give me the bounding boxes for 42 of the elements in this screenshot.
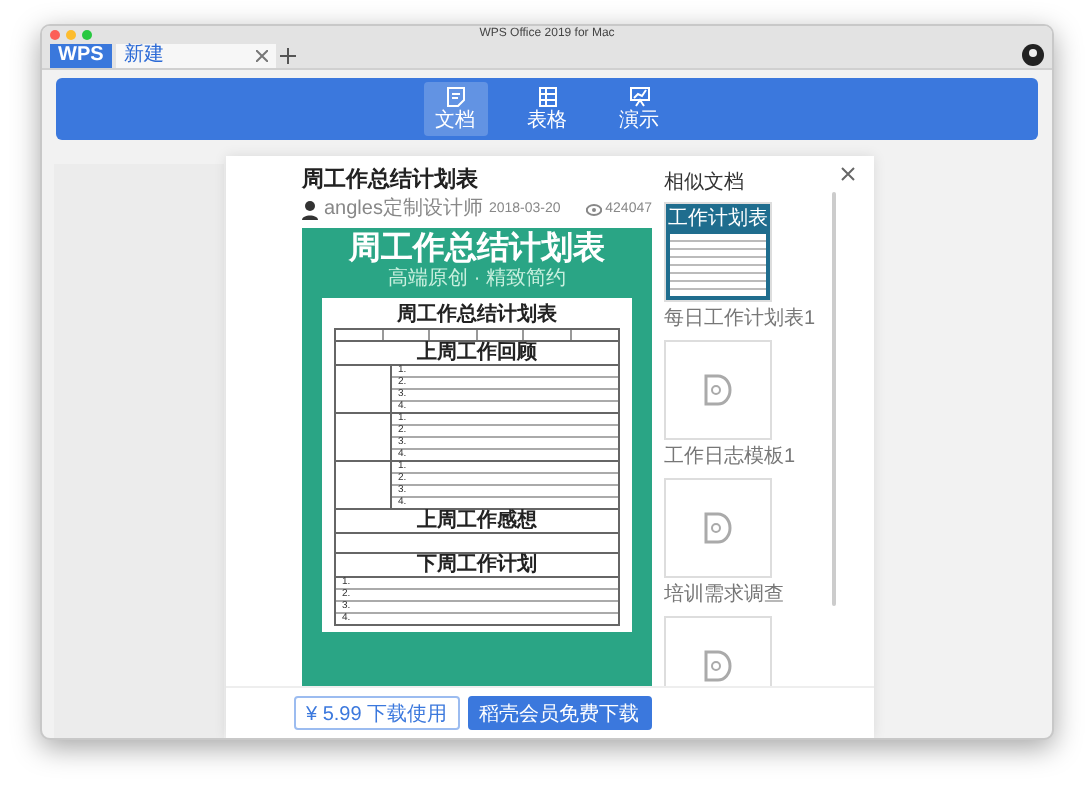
home-tab[interactable]: WPS (50, 44, 112, 68)
section-title: 上周工作感想 (334, 510, 620, 534)
thumbnail-title: 工作计划表 (668, 208, 768, 230)
section-title: 下周工作计划 (334, 554, 620, 578)
document-tab[interactable]: 新建 (115, 44, 276, 68)
document-placeholder-icon (704, 512, 732, 544)
thumbnail-caption: 培训需求调查 (664, 584, 786, 606)
scrollbar[interactable] (832, 192, 836, 606)
avatar-icon[interactable] (1022, 44, 1044, 66)
close-window-icon[interactable] (50, 30, 60, 40)
author-avatar-icon (302, 200, 318, 220)
document-thumbnail[interactable]: 工作计划表 (664, 202, 772, 302)
spreadsheet-icon (537, 86, 557, 108)
add-tab-icon[interactable] (279, 48, 296, 64)
app-tab[interactable]: 表格 (515, 82, 579, 136)
document-placeholder-icon (704, 374, 732, 406)
zoom-window-icon[interactable] (82, 30, 92, 40)
document-icon (445, 86, 465, 108)
dialog-title: 周工作总结计划表 (302, 168, 480, 194)
document-thumbnail[interactable] (664, 478, 772, 578)
close-icon[interactable] (255, 50, 268, 62)
member-download-button[interactable]: 稻壳会员免费下载 (467, 696, 652, 730)
preview-subtitle: 高端原创 · 精致简约 (388, 268, 566, 290)
thumbnail-caption: 工作日志模板1 (664, 446, 798, 468)
close-icon (838, 164, 858, 184)
author-name: angles定制设计师 (324, 198, 483, 222)
document-thumbnail[interactable] (664, 616, 772, 686)
preview-heading: 周工作总结计划表 (349, 232, 605, 267)
sheet-drawing (670, 234, 766, 296)
thumbnail-caption: 每日工作计划表1 (664, 308, 818, 330)
app-tab[interactable]: 演示 (607, 82, 671, 136)
app-tab[interactable]: 文档 (423, 82, 487, 136)
paid-download-button[interactable]: ¥ 5.99 下载使用 (294, 696, 460, 730)
document-thumbnail[interactable] (664, 340, 772, 440)
minimize-window-icon[interactable] (66, 30, 76, 40)
sheet-title: 周工作总结计划表 (395, 304, 559, 326)
close-button[interactable] (838, 164, 858, 184)
similar-docs-title: 相似文档 (664, 172, 746, 196)
eye-icon (585, 204, 602, 216)
document-placeholder-icon (704, 650, 732, 682)
section-title: 上周工作回顾 (334, 342, 620, 366)
presentation-icon (629, 86, 649, 108)
